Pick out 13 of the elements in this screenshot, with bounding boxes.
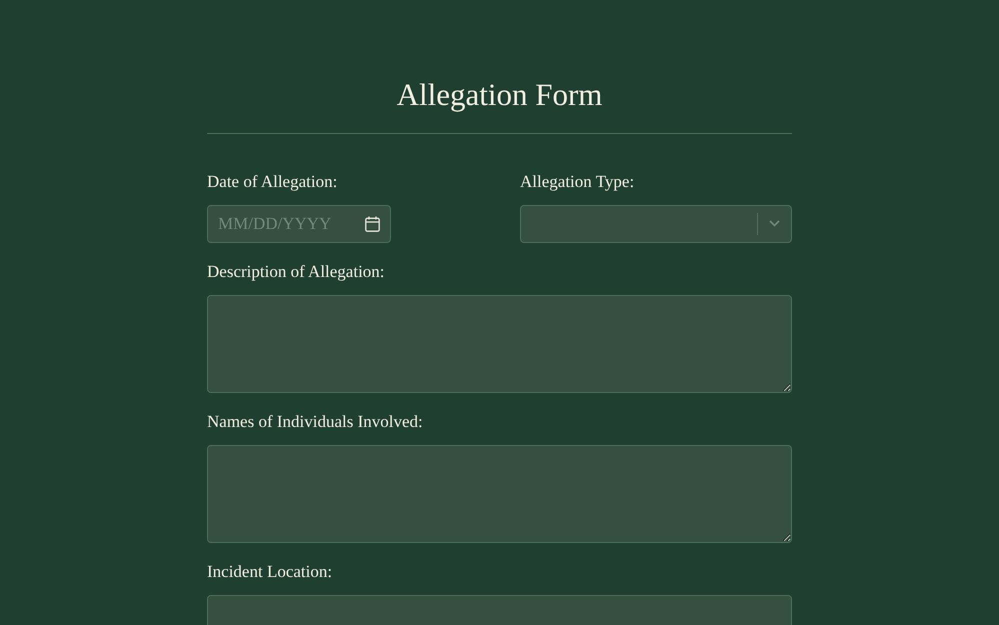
field-label: Allegation Type: [520, 171, 634, 193]
input-field[interactable] [207, 595, 792, 625]
field-label: Incident Location: [207, 561, 332, 583]
text-area-field[interactable] [207, 295, 792, 393]
field-label: Description of Allegation: [207, 261, 385, 283]
type-select[interactable] [520, 205, 792, 243]
calendar-icon[interactable] [365, 216, 380, 232]
date-field[interactable]: MM/DD/YYYY [207, 205, 391, 243]
form-title: Allegation Form [396, 76, 604, 113]
field-label: Date of Allegation: [207, 171, 338, 193]
field-label: Names of Individuals Involved: [207, 411, 423, 433]
chevron-down-icon [769, 220, 780, 227]
text-area-field[interactable] [207, 445, 792, 543]
